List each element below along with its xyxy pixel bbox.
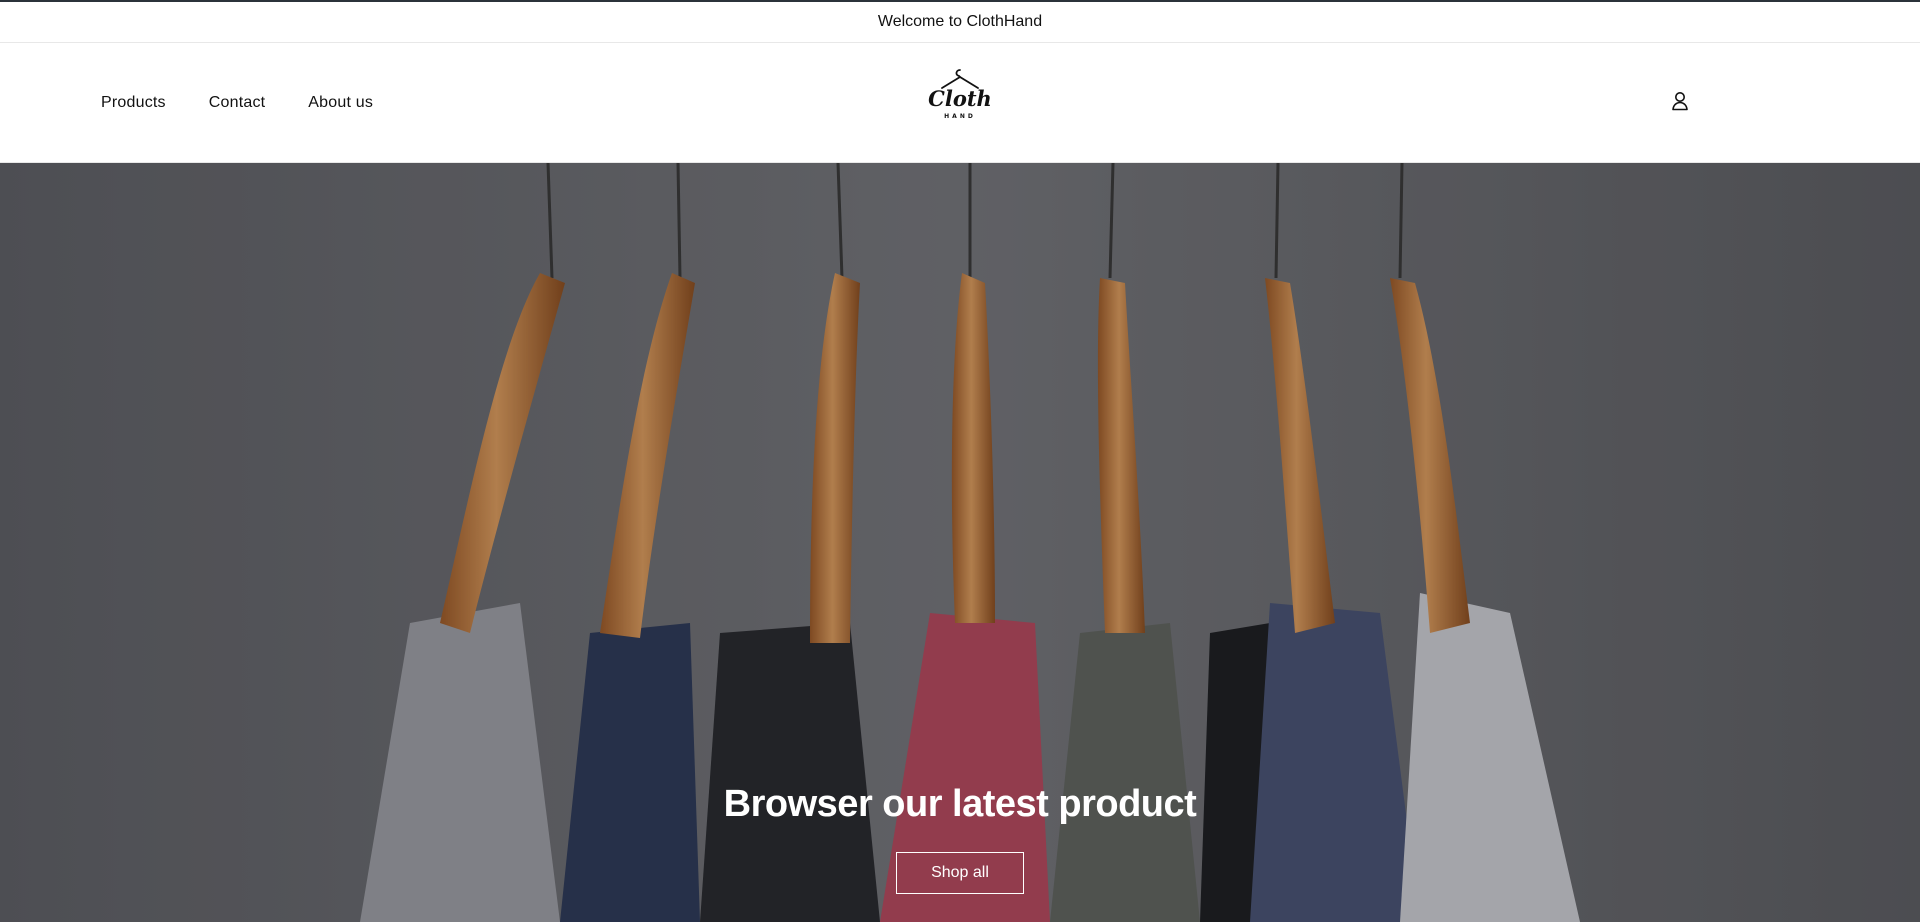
- hero-title: Browser our latest product: [723, 783, 1197, 825]
- hero-banner: Browser our latest product Shop all: [0, 163, 1920, 922]
- logo-script: Cloth: [928, 86, 992, 111]
- main-nav: Products Contact About us: [101, 43, 373, 163]
- announcement-bar: Welcome to ClothHand: [0, 0, 1920, 43]
- account-button[interactable]: [1665, 86, 1695, 116]
- logo-subtext: HAND: [944, 113, 976, 120]
- site-logo[interactable]: Cloth HAND: [920, 66, 1000, 126]
- hanger-logo-icon: Cloth HAND: [928, 69, 992, 120]
- site-header: Products Contact About us Cloth HAND: [0, 43, 1920, 163]
- announcement-text: Welcome to ClothHand: [877, 13, 1043, 30]
- account-icon: [1672, 92, 1688, 111]
- hero-content: Browser our latest product Shop all: [0, 783, 1920, 894]
- nav-link-about-us[interactable]: About us: [308, 94, 373, 112]
- shop-all-button[interactable]: Shop all: [896, 852, 1024, 894]
- nav-link-products[interactable]: Products: [101, 94, 166, 112]
- nav-link-contact[interactable]: Contact: [209, 94, 266, 112]
